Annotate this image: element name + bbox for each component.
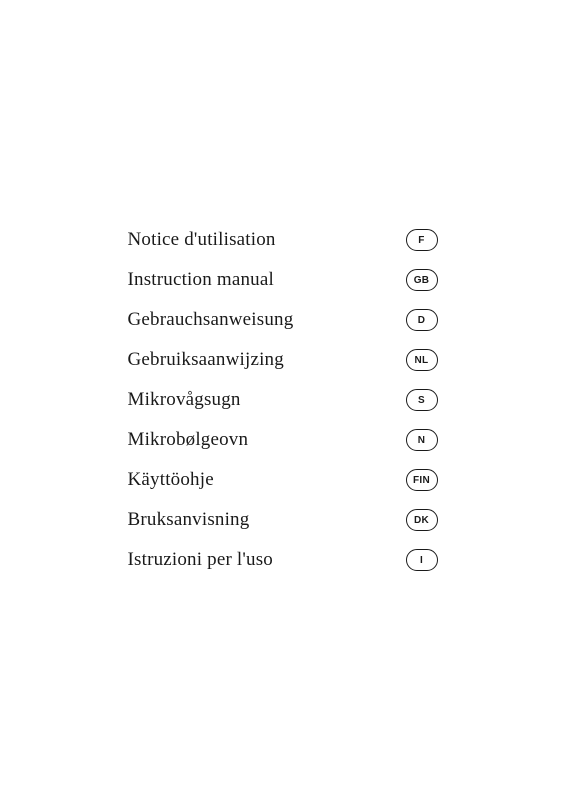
content-area: Notice d'utilisation F Instruction manual G…: [128, 200, 438, 600]
manual-label: Instruction manual: [128, 269, 274, 291]
manual-row: Mikrobølgeovn N: [128, 420, 438, 460]
lang-badge: S: [406, 389, 438, 411]
manual-label: Mikrobølgeovn: [128, 429, 249, 451]
manual-row: Gebruiksaanwijzing NL: [128, 340, 438, 380]
manual-label: Gebruiksaanwijzing: [128, 349, 284, 371]
lang-badge: NL: [406, 349, 438, 371]
lang-badge: N: [406, 429, 438, 451]
page: Notice d'utilisation F Instruction manual G…: [0, 0, 565, 800]
lang-badge: FIN: [406, 469, 438, 491]
manual-row: Notice d'utilisation F: [128, 220, 438, 260]
manual-row: Käyttöohje FIN: [128, 460, 438, 500]
manual-label: Mikrovågsugn: [128, 389, 241, 411]
lang-badge: D: [406, 309, 438, 331]
lang-badge: F: [406, 229, 438, 251]
manual-row: Instruction manual GB: [128, 260, 438, 300]
manual-row: Istruzioni per l'uso I: [128, 540, 438, 580]
manual-label: Käyttöohje: [128, 469, 214, 491]
lang-badge: DK: [406, 509, 438, 531]
manual-label: Istruzioni per l'uso: [128, 549, 273, 571]
manual-label: Notice d'utilisation: [128, 229, 276, 251]
manual-row: Gebrauchsanweisung D: [128, 300, 438, 340]
manual-row: Mikrovågsugn S: [128, 380, 438, 420]
lang-badge: I: [406, 549, 438, 571]
manual-row: Bruksanvisning DK: [128, 500, 438, 540]
manual-label: Gebrauchsanweisung: [128, 309, 294, 331]
lang-badge: GB: [406, 269, 438, 291]
manual-label: Bruksanvisning: [128, 509, 250, 531]
